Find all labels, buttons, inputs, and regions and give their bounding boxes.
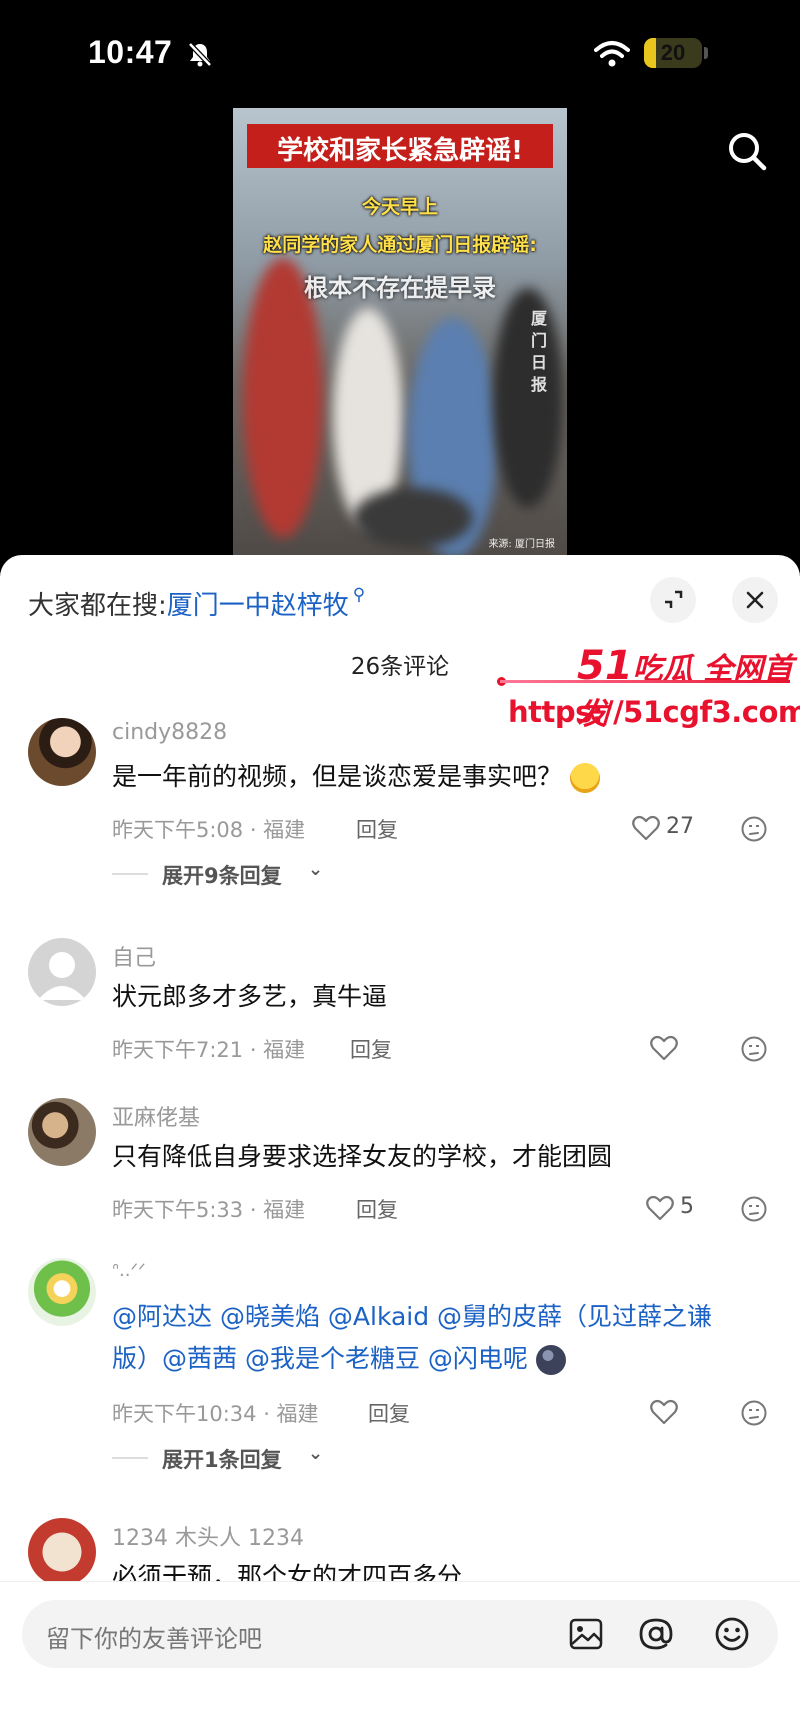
battery-percent: 20 <box>660 40 686 65</box>
avatar[interactable] <box>28 1098 96 1166</box>
close-button[interactable] <box>732 577 778 623</box>
video-source: 来源: 厦门日报 <box>488 539 555 550</box>
expand-label: 展开9条回复 <box>162 864 282 888</box>
watermark-line <box>500 680 790 683</box>
dislike-face-icon[interactable] <box>740 815 768 843</box>
mention-list[interactable]: @阿达达 @晓美焰 @Alkaid @舅的皮薛（见过薛之谦 <box>112 1302 712 1331</box>
expand-divider <box>112 1457 148 1459</box>
hot-search[interactable]: 大家都在搜:厦门一中赵梓牧 ⚲ <box>28 585 365 622</box>
video-caption: 今天早上 <box>361 196 438 218</box>
comment-input-placeholder: 留下你的友善评论吧 <box>46 1625 262 1653</box>
watermark-url: https://51cgf3.com <box>508 695 800 729</box>
close-icon <box>746 591 764 609</box>
heart-icon[interactable] <box>646 1195 674 1221</box>
grin-emoji-icon <box>569 763 600 793</box>
video-player[interactable]: 学校和家长紧急辟谣! 今天早上 赵同学的家人通过厦门日报辟谣: 根本不存在提早录… <box>233 108 567 558</box>
comment-input-bar: 留下你的友善评论吧 <box>0 1581 800 1735</box>
avatar[interactable] <box>28 938 96 1006</box>
mention-list[interactable]: @茜茜 @我是个老糖豆 @闪电呢 <box>162 1344 528 1373</box>
dislike-face-icon[interactable] <box>740 1399 768 1427</box>
status-bar: 10:47 20 <box>0 0 800 110</box>
comment-username[interactable]: 自己 <box>112 940 156 972</box>
avatar[interactable] <box>28 1258 96 1326</box>
heart-icon[interactable] <box>650 1399 678 1425</box>
comment-text[interactable]: 只有降低自身要求选择女友的学校，才能团圆 <box>112 1136 772 1178</box>
dislike-face-icon[interactable] <box>740 1035 768 1063</box>
video-ground <box>353 488 473 548</box>
emoji-icon[interactable] <box>714 1616 750 1652</box>
dislike-face-icon[interactable] <box>740 1195 768 1223</box>
hot-search-term[interactable]: 厦门一中赵梓牧 <box>167 591 349 621</box>
video-caption: 赵同学的家人通过厦门日报辟谣: <box>263 234 537 256</box>
reply-button[interactable]: 回复 <box>356 814 398 844</box>
comment-text-content: 是一年前的视频，但是谈恋爱是事实吧？ <box>112 762 563 791</box>
expand-divider <box>112 873 148 875</box>
comment-username[interactable]: 1234 木头人 1234 <box>112 1520 304 1552</box>
heart-icon[interactable] <box>632 815 660 841</box>
chevron-down-icon: ⌄ <box>308 859 324 880</box>
collapse-button[interactable] <box>650 577 696 623</box>
battery-cap <box>704 47 708 59</box>
comment-username[interactable]: ᐢ..ᐟᐟ <box>112 1260 146 1281</box>
comment-meta: 昨天下午5:33 · 福建 <box>112 1198 306 1222</box>
image-icon[interactable] <box>568 1616 604 1652</box>
reply-button[interactable]: 回复 <box>356 1194 398 1224</box>
comment-meta: 昨天下午7:21 · 福建 <box>112 1038 306 1062</box>
wifi-icon <box>594 41 630 67</box>
status-time: 10:47 <box>88 34 173 70</box>
reply-button[interactable]: 回复 <box>368 1398 410 1428</box>
heart-icon[interactable] <box>650 1035 678 1061</box>
reply-button[interactable]: 回复 <box>350 1034 392 1064</box>
avatar[interactable] <box>28 718 96 786</box>
comment-meta: 昨天下午5:08 · 福建 <box>112 818 306 842</box>
search-icon[interactable] <box>726 130 768 172</box>
comment-text[interactable]: 是一年前的视频，但是谈恋爱是事实吧？ <box>112 756 772 798</box>
avatar[interactable] <box>28 1518 96 1586</box>
comment-input[interactable]: 留下你的友善评论吧 <box>22 1600 778 1668</box>
like-count: 5 <box>680 1194 694 1219</box>
default-avatar-icon <box>38 952 86 1000</box>
video-side-text: 厦门日报 <box>531 309 548 394</box>
bubble-emoji-icon <box>535 1345 566 1375</box>
comment-username[interactable]: 亚麻佬基 <box>112 1100 200 1132</box>
like-count: 27 <box>666 814 694 839</box>
comment-text[interactable]: 状元郎多才多艺，真牛逼 <box>112 976 772 1018</box>
shrink-icon <box>665 590 683 608</box>
search-small-icon: ⚲ <box>352 585 366 605</box>
video-title: 学校和家长紧急辟谣! <box>277 136 523 166</box>
comment-text[interactable]: @阿达达 @晓美焰 @Alkaid @舅的皮薛（见过薛之谦 版）@茜茜 @我是个… <box>112 1296 772 1380</box>
mention-list[interactable]: 版） <box>112 1344 162 1373</box>
bell-off-icon <box>188 42 212 67</box>
comment-meta: 昨天下午10:34 · 福建 <box>112 1402 319 1426</box>
hot-search-label: 大家都在搜: <box>28 591 167 621</box>
comments-sheet: 大家都在搜:厦门一中赵梓牧 ⚲ 26条评论 51吃瓜 全网首发 https://5… <box>0 555 800 1735</box>
comment-username[interactable]: cindy8828 <box>112 720 227 745</box>
video-caption: 根本不存在提早录 <box>304 274 496 302</box>
at-icon[interactable] <box>638 1616 674 1652</box>
battery-icon: 20 <box>644 38 702 68</box>
expand-label: 展开1条回复 <box>162 1448 282 1472</box>
chevron-down-icon: ⌄ <box>308 1443 324 1464</box>
